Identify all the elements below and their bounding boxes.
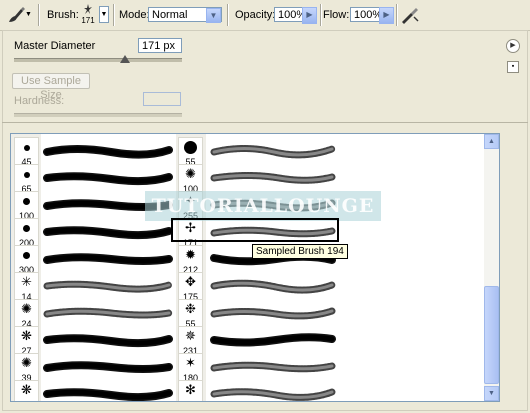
- chevron-up-icon: ▲: [488, 138, 495, 145]
- opacity-flyout-button[interactable]: ▶: [302, 7, 317, 24]
- brush-stroke-preview-left-4[interactable]: [41, 247, 175, 272]
- brush-stroke-preview-left-6[interactable]: [41, 301, 175, 326]
- hardness-slider-track[interactable]: [14, 113, 182, 117]
- master-diameter-slider-track[interactable]: [14, 58, 182, 62]
- toolbar-separator: [113, 4, 115, 26]
- brush-stroke-preview-left-1[interactable]: [41, 166, 175, 191]
- panel-menu-icon: ▶: [510, 42, 516, 49]
- chevron-down-icon: ▼: [25, 11, 32, 18]
- brush-tool-preset-picker[interactable]: ▼: [6, 5, 32, 25]
- scroll-up-button[interactable]: ▲: [484, 134, 499, 149]
- list-empty-area: [341, 134, 491, 401]
- master-diameter-label: Master Diameter: [14, 40, 96, 52]
- mode-select-value: Normal: [152, 9, 188, 21]
- round-brush-tip-icon: [184, 141, 197, 154]
- brush-preview[interactable]: 171: [80, 3, 96, 27]
- brush-stroke-preview-right-5[interactable]: [204, 274, 338, 299]
- chevron-down-icon: ▼: [100, 11, 108, 18]
- brush-stroke-preview-right-8[interactable]: [204, 355, 338, 380]
- toolbar-separator: [396, 4, 398, 26]
- brush-tooltip: Sampled Brush 194: [252, 244, 348, 259]
- mode-label: Mode:: [119, 9, 150, 21]
- selected-brush-highlight: [171, 218, 339, 242]
- brush-thumb-right-9[interactable]: ✻ 263: [178, 380, 203, 401]
- brush-stroke-preview-left-8[interactable]: [41, 355, 175, 380]
- round-brush-tip-icon: [23, 171, 30, 178]
- brush-list-scrollbar[interactable]: ▲ ▼: [484, 134, 499, 401]
- new-preset-button[interactable]: ▪: [507, 61, 519, 73]
- airbrush-icon: [402, 8, 419, 24]
- airbrush-toggle[interactable]: [399, 4, 421, 26]
- panel-menu-button[interactable]: ▶: [506, 39, 520, 53]
- hardness-label: Hardness:: [14, 95, 65, 107]
- brush-label: Brush:: [47, 9, 79, 21]
- sampled-brush-tip-icon: ✹: [185, 247, 196, 262]
- panel-divider: [2, 122, 528, 123]
- brush-stroke-preview-left-3[interactable]: [41, 220, 175, 245]
- sampled-brush-tip-icon: ✥: [185, 274, 196, 289]
- brush-stroke-preview-right-0[interactable]: [204, 139, 338, 164]
- master-diameter-slider-thumb[interactable]: [119, 55, 130, 63]
- scroll-down-button[interactable]: ▼: [484, 386, 499, 401]
- brush-size-label: 46: [14, 400, 39, 401]
- brush-stroke-preview-left-0[interactable]: [41, 139, 175, 164]
- toolbar-separator: [227, 4, 229, 26]
- brush-stroke-preview-right-7[interactable]: [204, 328, 338, 353]
- use-sample-size-button[interactable]: Use Sample Size: [12, 73, 90, 101]
- brush-stroke-preview-left-7[interactable]: [41, 328, 175, 353]
- sampled-brush-tip-icon: ✻: [185, 382, 196, 397]
- brush-stroke-preview-right-9[interactable]: [204, 382, 338, 402]
- round-brush-tip-icon: [23, 198, 30, 205]
- brush-stroke-preview-left-5[interactable]: [41, 274, 175, 299]
- flow-label: Flow:: [323, 9, 350, 21]
- sampled-brush-tip-icon: ✺: [185, 166, 196, 181]
- toolbar-separator: [320, 4, 322, 26]
- brush-preset-list[interactable]: 455565✺100100✦255200✢171300✹212✳14✥175✺2…: [10, 133, 500, 402]
- sampled-brush-tip-icon: ❋: [21, 328, 32, 343]
- round-brush-tip-icon: [23, 252, 30, 259]
- flow-flyout-button[interactable]: ▶: [379, 7, 394, 24]
- sampled-brush-tip-icon: ❋: [21, 382, 32, 397]
- brush-picker-button[interactable]: ▼: [99, 6, 109, 23]
- watermark: TUTORIALLOUNGE: [145, 191, 381, 221]
- options-bar: ▼ Brush: 171 ▼ Mode: Normal ▼ Opacity: 1…: [0, 0, 530, 31]
- new-preset-icon: ▪: [511, 63, 515, 70]
- brush-thumb-left-9[interactable]: ❋ 46: [14, 380, 39, 401]
- flow-value: 100%: [354, 9, 383, 21]
- sampled-brush-tip-icon: ✺: [21, 301, 32, 316]
- sampled-brush-tip-icon: ❉: [185, 301, 196, 316]
- master-diameter-field[interactable]: 171 px: [138, 38, 182, 53]
- brush-stroke-core: [44, 146, 172, 158]
- mode-select[interactable]: Normal ▼: [148, 7, 222, 23]
- chevron-right-icon: ▶: [383, 10, 390, 19]
- scrollbar-thumb[interactable]: [484, 286, 499, 384]
- chevron-down-icon: ▼: [206, 8, 221, 23]
- sampled-brush-tip-icon: ✳: [21, 274, 32, 289]
- brush-stroke-preview-right-1[interactable]: [204, 166, 338, 191]
- sampled-brush-tip-icon: ✶: [185, 355, 196, 370]
- sampled-brush-tip-icon: ✺: [21, 355, 32, 370]
- toolbar-separator: [38, 4, 40, 26]
- brush-preview-icon: [84, 4, 92, 14]
- master-diameter-value: 171 px: [142, 40, 176, 52]
- chevron-right-icon: ▶: [306, 10, 313, 19]
- round-brush-tip-icon: [23, 225, 30, 232]
- opacity-label: Opacity:: [235, 9, 276, 21]
- brush-stroke-preview-left-9[interactable]: [41, 382, 175, 402]
- chevron-down-icon: ▼: [488, 390, 495, 397]
- hardness-field[interactable]: [143, 92, 181, 106]
- sampled-brush-tip-icon: ✵: [185, 328, 196, 343]
- brush-size-value: 171: [81, 16, 95, 25]
- round-brush-tip-icon: [23, 144, 30, 151]
- brush-stroke-preview-right-6[interactable]: [204, 301, 338, 326]
- brush-size-label: 263: [178, 400, 203, 401]
